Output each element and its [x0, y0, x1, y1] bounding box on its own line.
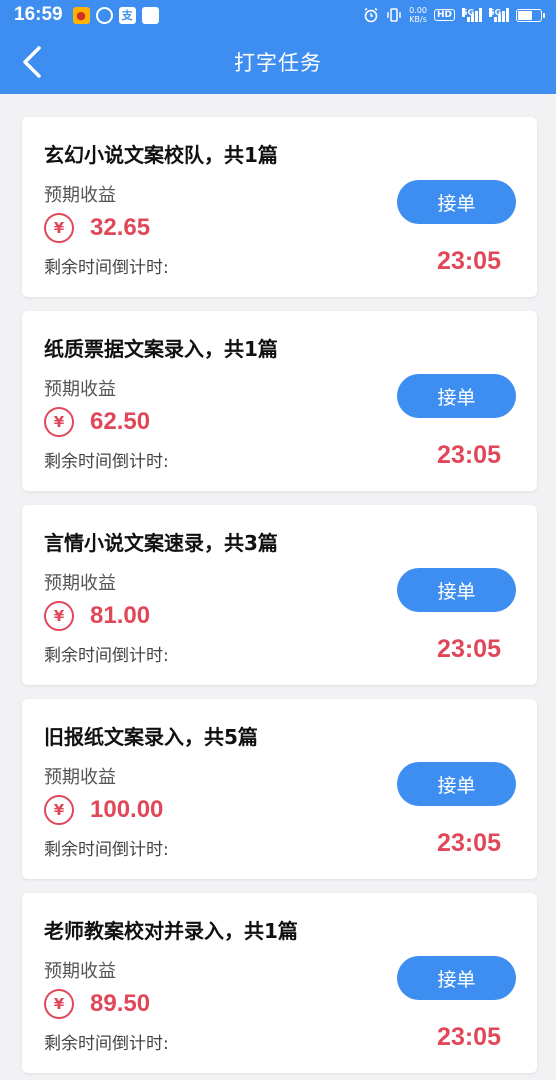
browser-icon — [95, 6, 113, 24]
task-card: 旧报纸文案录入，共5篇 预期收益 ¥ 100.00 剩余时间倒计时: 23:05… — [22, 699, 537, 879]
task-countdown: 23:05 — [437, 441, 501, 469]
amount-row: ¥ 81.00 — [44, 601, 150, 631]
earn-label: 预期收益 — [44, 767, 116, 788]
amount-row: ¥ 100.00 — [44, 795, 163, 825]
accept-task-button[interactable]: 接单 — [397, 180, 516, 224]
nav-bar: 打字任务 — [0, 30, 556, 94]
status-time: 16:59 — [14, 4, 63, 25]
earn-label: 预期收益 — [44, 573, 116, 594]
alipay-icon: 支 — [118, 6, 136, 24]
top-bar: 16:59 ● 支 0.00 KB/s HD 5G 5G 打字任务 — [0, 0, 556, 94]
yen-icon: ¥ — [44, 407, 74, 437]
task-title: 老师教案校对并录入，共1篇 — [44, 919, 298, 943]
yen-icon: ¥ — [44, 989, 74, 1019]
task-amount: 62.50 — [90, 408, 151, 435]
signal-sim2-icon: 5G — [489, 8, 509, 22]
task-countdown: 23:05 — [437, 635, 501, 663]
countdown-label: 剩余时间倒计时: — [44, 1034, 169, 1054]
task-title: 旧报纸文案录入，共5篇 — [44, 725, 258, 749]
signal-sim1-icon: 5G — [462, 8, 482, 22]
app-icon — [141, 6, 159, 24]
back-button[interactable] — [10, 40, 54, 84]
task-amount: 89.50 — [90, 990, 151, 1017]
task-countdown: 23:05 — [437, 1023, 501, 1051]
accept-task-button[interactable]: 接单 — [397, 762, 516, 806]
vibrate-icon — [387, 8, 401, 22]
task-amount: 32.65 — [90, 214, 151, 241]
task-countdown: 23:05 — [437, 829, 501, 857]
countdown-label: 剩余时间倒计时: — [44, 258, 169, 278]
task-title: 言情小说文案速录，共3篇 — [44, 531, 278, 555]
amount-row: ¥ 62.50 — [44, 407, 150, 437]
earn-label: 预期收益 — [44, 185, 116, 206]
chevron-left-icon — [23, 46, 41, 78]
notification-icons: ● 支 — [72, 6, 159, 24]
yen-icon: ¥ — [44, 795, 74, 825]
task-amount: 100.00 — [90, 796, 164, 823]
task-card: 言情小说文案速录，共3篇 预期收益 ¥ 81.00 剩余时间倒计时: 23:05… — [22, 505, 537, 685]
page-title: 打字任务 — [234, 51, 322, 75]
task-countdown: 23:05 — [437, 247, 501, 275]
countdown-label: 剩余时间倒计时: — [44, 646, 169, 666]
task-card: 老师教案校对并录入，共1篇 预期收益 ¥ 89.50 剩余时间倒计时: 23:0… — [22, 893, 537, 1073]
task-title: 玄幻小说文案校队，共1篇 — [44, 143, 278, 167]
countdown-label: 剩余时间倒计时: — [44, 452, 169, 472]
status-indicators: 0.00 KB/s HD 5G 5G — [363, 6, 545, 24]
amount-row: ¥ 89.50 — [44, 989, 150, 1019]
network-speed: 0.00 KB/s — [409, 6, 427, 24]
battery-icon — [516, 8, 545, 22]
task-amount: 81.00 — [90, 602, 151, 629]
accept-task-button[interactable]: 接单 — [397, 568, 516, 612]
alarm-icon — [364, 7, 378, 23]
amount-row: ¥ 32.65 — [44, 213, 150, 243]
hd-voice-badge: HD — [433, 9, 455, 21]
countdown-label: 剩余时间倒计时: — [44, 840, 169, 860]
task-list: 玄幻小说文案校队，共1篇 预期收益 ¥ 32.65 剩余时间倒计时: 23:05… — [22, 117, 537, 1080]
accept-task-button[interactable]: 接单 — [397, 374, 516, 418]
yen-icon: ¥ — [44, 601, 74, 631]
weibo-icon: ● — [72, 6, 90, 24]
earn-label: 预期收益 — [44, 379, 116, 400]
yen-icon: ¥ — [44, 213, 74, 243]
task-card: 玄幻小说文案校队，共1篇 预期收益 ¥ 32.65 剩余时间倒计时: 23:05… — [22, 117, 537, 297]
earn-label: 预期收益 — [44, 961, 116, 982]
status-bar: 16:59 ● 支 0.00 KB/s HD 5G 5G — [0, 0, 556, 30]
task-card: 纸质票据文案录入，共1篇 预期收益 ¥ 62.50 剩余时间倒计时: 23:05… — [22, 311, 537, 491]
task-title: 纸质票据文案录入，共1篇 — [44, 337, 278, 361]
accept-task-button[interactable]: 接单 — [397, 956, 516, 1000]
